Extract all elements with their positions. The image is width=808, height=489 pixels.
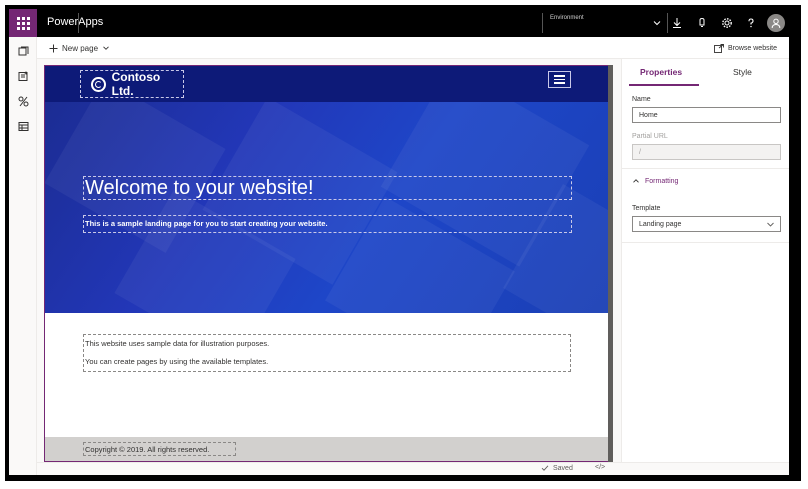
logo-icon: [91, 76, 106, 92]
site-navbar: Contoso Ltd.: [45, 66, 609, 102]
template-value: Landing page: [639, 220, 682, 228]
canvas-scrollbar[interactable]: [608, 65, 613, 462]
download-icon[interactable]: [669, 15, 685, 31]
person-icon: [771, 18, 781, 29]
new-page-button[interactable]: New page: [49, 41, 110, 55]
bell-icon[interactable]: [694, 15, 710, 31]
code-icon[interactable]: </>: [595, 464, 605, 471]
site-footer: Copyright © 2019. All rights reserved.: [45, 437, 609, 461]
themes-icon[interactable]: [16, 94, 30, 108]
logo-text: Contoso Ltd.: [111, 70, 161, 98]
chevron-down-icon: [653, 21, 661, 26]
components-icon[interactable]: [16, 69, 30, 83]
partial-url-value: /: [639, 148, 641, 156]
plus-icon: [49, 44, 58, 52]
name-label: Name: [632, 96, 651, 103]
tab-active-indicator: [629, 84, 699, 86]
new-page-label: New page: [62, 43, 99, 53]
saved-label: Saved: [553, 464, 573, 472]
name-field[interactable]: Home: [632, 107, 781, 123]
name-value: Home: [639, 111, 658, 119]
avatar[interactable]: [767, 14, 785, 32]
hero-title: Welcome to your website!: [85, 177, 314, 199]
header-divider: [78, 13, 79, 33]
app-name[interactable]: PowerApps: [47, 16, 103, 28]
formatting-label: Formatting: [645, 177, 679, 185]
template-label: Template: [632, 205, 661, 212]
environment-picker[interactable]: Environment: [542, 9, 667, 37]
chevron-down-icon: [767, 222, 774, 227]
tab-style[interactable]: Style: [733, 67, 752, 77]
hero-section[interactable]: Contoso Ltd. Welcome to your website! Th…: [45, 66, 609, 313]
hamburger-icon[interactable]: [548, 71, 571, 88]
chevron-down-icon: [103, 46, 109, 50]
left-rail: [9, 37, 37, 475]
gear-icon[interactable]: [719, 15, 735, 31]
section-divider: [622, 168, 789, 169]
top-bar: PowerApps Environment: [9, 9, 789, 37]
footer-block[interactable]: Copyright © 2019. All rights reserved.: [83, 442, 236, 456]
pages-icon[interactable]: [16, 44, 30, 58]
hero-subtitle: This is a sample landing page for you to…: [85, 219, 328, 228]
status-bar: Saved </>: [37, 462, 789, 475]
section-divider: [622, 242, 789, 243]
saved-status: Saved: [541, 464, 573, 472]
partial-url-label: Partial URL: [632, 133, 668, 140]
header-divider: [667, 13, 668, 33]
command-bar: New page Browse website: [37, 37, 789, 59]
browse-website-label: Browse website: [727, 44, 777, 52]
environment-label: Environment: [550, 15, 584, 21]
data-icon[interactable]: [16, 119, 30, 133]
waffle-icon: [16, 16, 30, 30]
footer-text: Copyright © 2019. All rights reserved.: [85, 445, 210, 454]
app-window: PowerApps Environment New page Browse we…: [9, 9, 789, 475]
browse-website-button[interactable]: Browse website: [714, 41, 777, 55]
content-line: You can create pages by using the availa…: [85, 357, 269, 366]
check-icon: [541, 465, 549, 471]
properties-panel: Properties Style Name Home Partial URL /…: [621, 59, 789, 462]
hero-subtitle-block[interactable]: This is a sample landing page for you to…: [83, 215, 572, 233]
chevron-up-icon: [633, 179, 639, 183]
template-select[interactable]: Landing page: [632, 216, 781, 232]
hero-title-block[interactable]: Welcome to your website!: [83, 176, 572, 200]
content-block[interactable]: This website uses sample data for illust…: [83, 334, 571, 372]
formatting-toggle[interactable]: Formatting: [632, 177, 678, 185]
partial-url-field: /: [632, 144, 781, 160]
page-canvas[interactable]: Contoso Ltd. Welcome to your website! Th…: [44, 65, 610, 462]
content-line: This website uses sample data for illust…: [85, 339, 270, 348]
site-logo[interactable]: Contoso Ltd.: [80, 70, 184, 98]
waffle-button[interactable]: [9, 9, 37, 37]
help-icon[interactable]: [743, 15, 759, 31]
tab-properties[interactable]: Properties: [640, 67, 682, 77]
browse-icon: [714, 43, 724, 53]
